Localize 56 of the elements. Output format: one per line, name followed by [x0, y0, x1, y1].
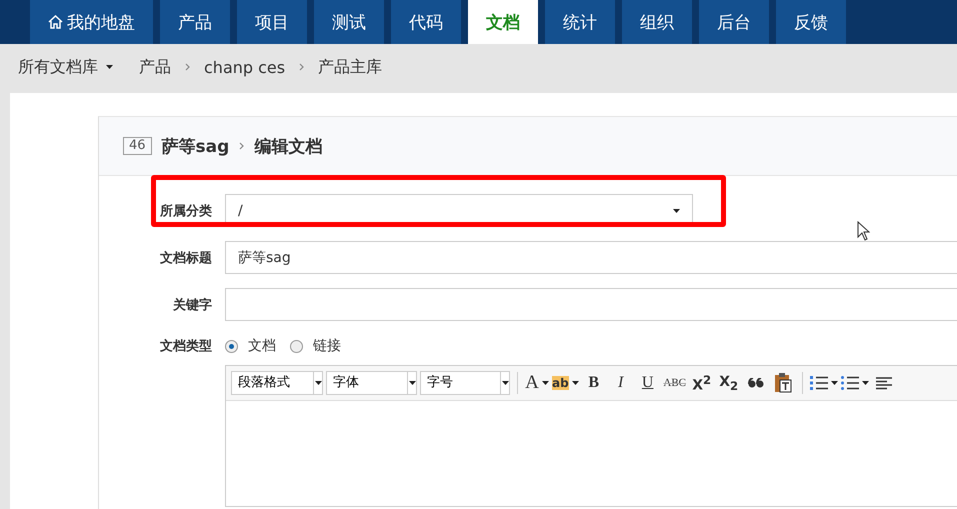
field-label: 文档标题: [159, 250, 212, 266]
highlight-button[interactable]: ab: [552, 371, 579, 395]
nav-tab[interactable]: 文档: [468, 0, 538, 44]
field-label: 所属分类: [158, 202, 212, 220]
nav-tab[interactable]: 统计: [545, 0, 615, 44]
toolbar-select[interactable]: 字号: [420, 371, 510, 395]
caret-icon: [106, 65, 113, 69]
nav-tab[interactable]: 组织: [622, 0, 692, 44]
nav-tab[interactable]: 反馈: [776, 0, 846, 44]
quote-icon: [748, 378, 764, 388]
radio-label[interactable]: 链接: [313, 337, 341, 355]
caret-icon: [314, 381, 322, 385]
chevron-icon: [299, 63, 304, 71]
nav-tab[interactable]: 后台: [699, 0, 769, 44]
breadcrumb-link[interactable]: 产品: [139, 56, 171, 78]
align-left-icon: [876, 376, 892, 390]
nav-tab[interactable]: 产品: [160, 0, 230, 44]
radio-label[interactable]: 文档: [248, 337, 276, 355]
bold-button[interactable]: B: [582, 371, 606, 395]
caret-icon: [572, 381, 579, 385]
field-label: 文档类型: [159, 338, 212, 355]
caret-icon: [862, 381, 869, 385]
clipboard-icon: [774, 373, 792, 393]
chevron-icon: [185, 63, 190, 71]
toolbar-select[interactable]: 字体: [326, 371, 417, 395]
underline-button[interactable]: U: [636, 371, 660, 395]
font-color-button[interactable]: A: [525, 371, 549, 395]
breadcrumb-link[interactable]: chanp ces: [204, 58, 286, 76]
radio-button[interactable]: [290, 340, 303, 352]
italic-button[interactable]: I: [608, 371, 633, 395]
nav-tab[interactable]: 代码: [391, 0, 461, 44]
caret-icon: [408, 381, 416, 385]
mouse-cursor-icon: [857, 221, 870, 241]
field-label: 关键字: [172, 296, 212, 314]
caret-icon: [542, 381, 549, 385]
caret-icon: [830, 381, 838, 385]
document-title: 萨等sag: [162, 136, 230, 158]
subscript-button[interactable]: X$_{2}$: [716, 371, 741, 395]
toolbar-select[interactable]: 段落格式: [231, 371, 323, 395]
library-menu[interactable]: 所有文档库: [18, 56, 113, 78]
superscript-button[interactable]: X$^{2}$: [690, 371, 714, 395]
chevron-icon: [239, 142, 244, 150]
nav-tab[interactable]: 我的地盘: [30, 0, 153, 44]
keywords-field[interactable]: [225, 288, 957, 321]
document-id: 46: [123, 137, 152, 155]
radio-button[interactable]: [225, 340, 238, 352]
numbered-list-icon: [810, 375, 828, 391]
home-icon: [48, 15, 63, 29]
title-field[interactable]: 萨等sag: [225, 241, 957, 274]
nav-tab[interactable]: 测试: [314, 0, 384, 44]
caret-icon: [502, 381, 508, 385]
breadcrumb-link[interactable]: 产品主库: [318, 56, 382, 78]
page-title: 编辑文档: [254, 136, 322, 158]
nav-tab[interactable]: 项目: [237, 0, 307, 44]
caret-icon: [673, 208, 680, 212]
bullet-list-icon: [840, 375, 859, 391]
